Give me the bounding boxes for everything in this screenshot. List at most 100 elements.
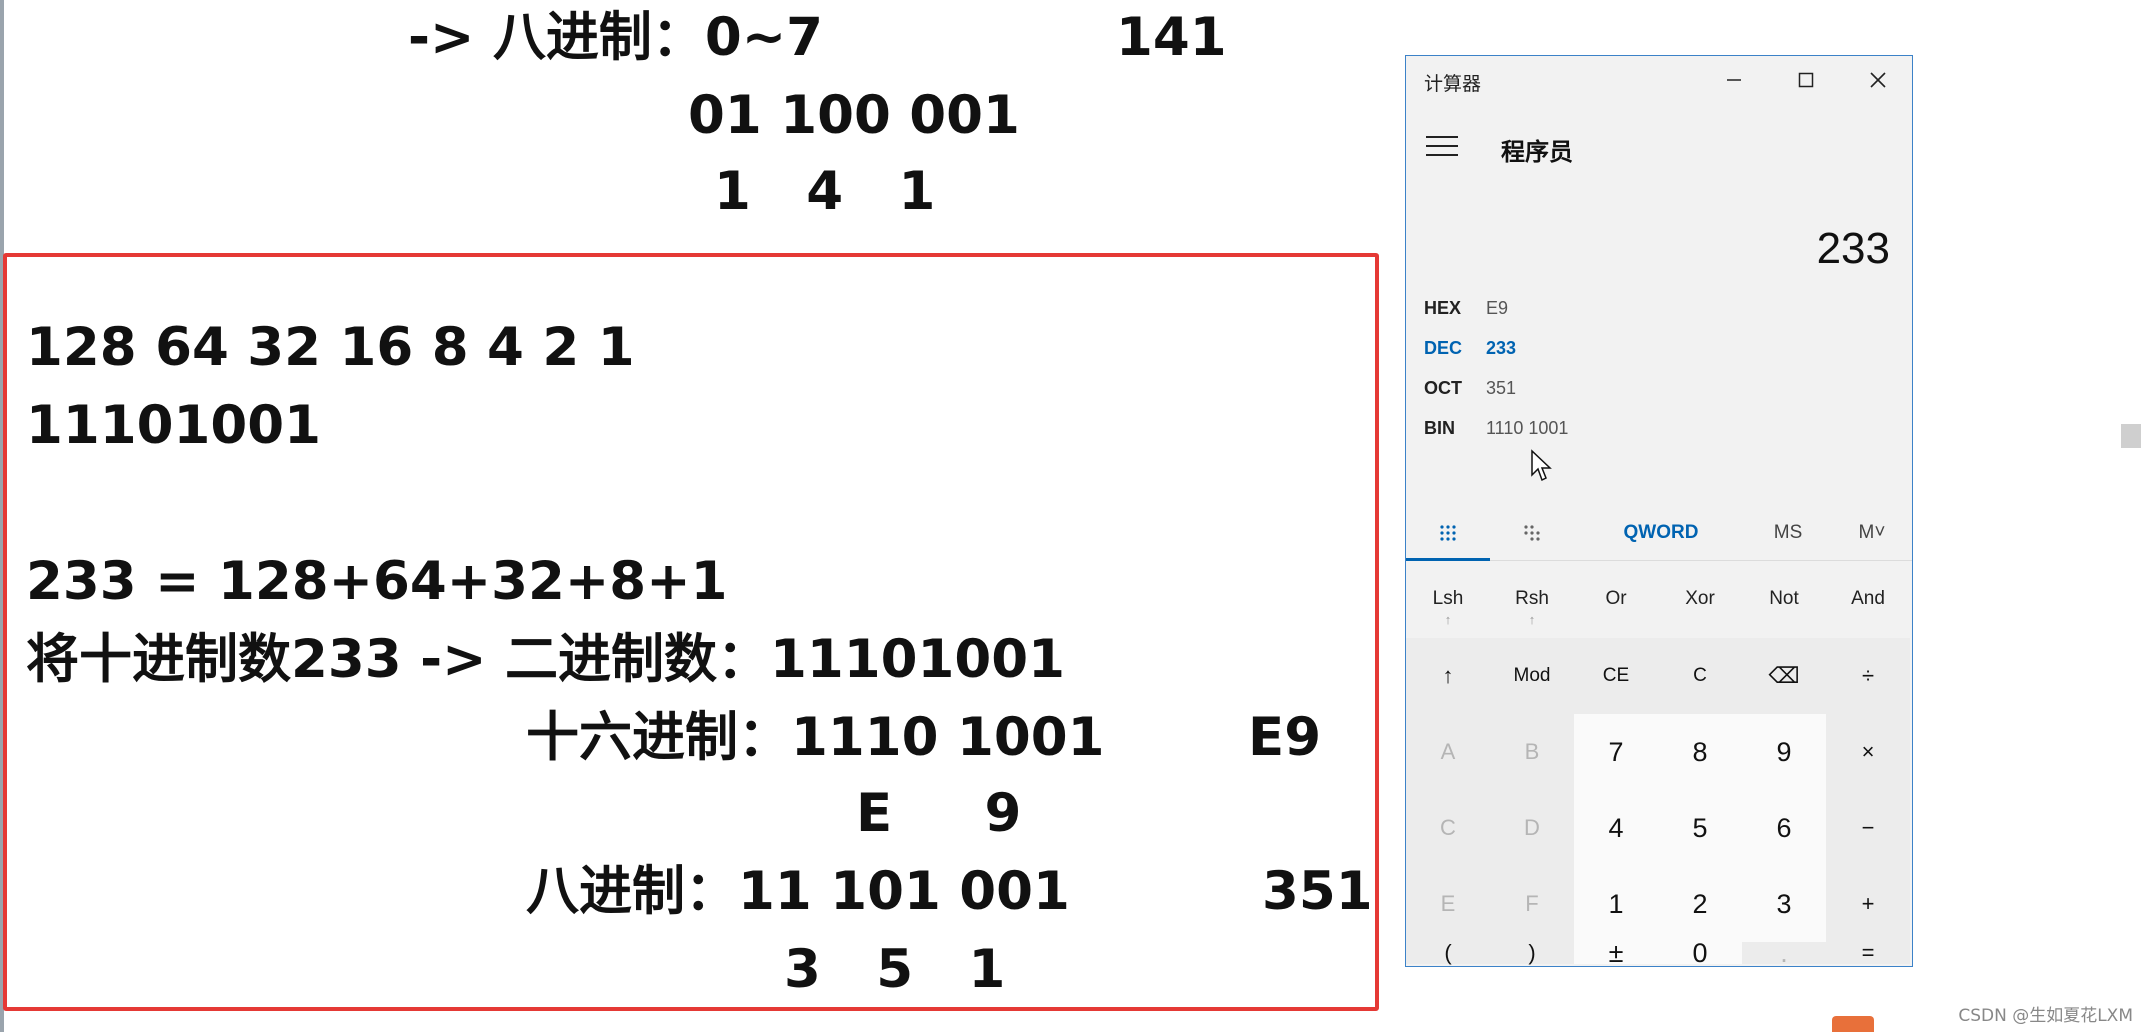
digit-5-button[interactable]: 5 <box>1658 790 1742 866</box>
divide-button[interactable]: ÷ <box>1826 638 1910 714</box>
radix-value: 1110 1001 <box>1486 418 1569 438</box>
radix-label: HEX <box>1424 298 1462 318</box>
bitop-sub: ↑ <box>1444 612 1452 627</box>
memory-list-button[interactable]: M˅ <box>1830 506 1914 560</box>
radix-value: E9 <box>1486 298 1509 318</box>
keypad-tabs: QWORD MS M˅ <box>1406 506 1912 561</box>
radix-label: DEC <box>1424 338 1463 358</box>
bitop-label: Xor <box>1685 588 1715 609</box>
radix-value: 233 <box>1486 338 1517 358</box>
mode-header: 程序员 <box>1406 118 1912 174</box>
digit-2-button[interactable]: 2 <box>1658 866 1742 942</box>
equals-button[interactable]: = <box>1826 940 1910 965</box>
clear-button[interactable]: C <box>1658 638 1742 714</box>
tab-full-keypad[interactable] <box>1406 506 1490 561</box>
window-title: 计算器 <box>1424 74 1482 95</box>
digit-0-button[interactable]: 0 <box>1658 938 1742 968</box>
close-button[interactable] <box>1842 56 1914 104</box>
subtract-button[interactable]: − <box>1826 790 1910 866</box>
radix-label: OCT <box>1424 378 1462 398</box>
bitop-label: Or <box>1605 588 1627 609</box>
note-hex-groups: 十六进制：1110 1001 <box>526 707 1105 768</box>
maximize-button[interactable] <box>1770 56 1842 104</box>
digit-1-button[interactable]: 1 <box>1574 866 1658 942</box>
radix-dec[interactable]: DEC 233 <box>1424 330 1884 368</box>
note-octal-result: 141 <box>1116 7 1227 68</box>
dot-grid-icon <box>1440 525 1456 541</box>
taskbar-app-icon[interactable] <box>1832 1016 1874 1032</box>
keypad: ↑ Mod CE C ⌫ ÷ A B 7 8 9 × C D 4 5 6 − E… <box>1406 638 1912 968</box>
close-paren-button[interactable]: ) <box>1490 940 1574 965</box>
backspace-button[interactable]: ⌫ <box>1742 638 1826 714</box>
lsh-button[interactable]: Lsh ↑ <box>1406 564 1490 636</box>
radix-oct[interactable]: OCT 351 <box>1424 370 1884 408</box>
add-button[interactable]: + <box>1826 866 1910 942</box>
hamburger-icon <box>1426 136 1458 156</box>
memory-store-button[interactable]: MS <box>1746 506 1830 560</box>
open-paren-button[interactable]: ( <box>1406 940 1490 965</box>
note-octal-digits: 1 4 1 <box>714 161 936 222</box>
multiply-button[interactable]: × <box>1826 714 1910 790</box>
note-oct-groups: 八进制：11 101 001 <box>526 861 1070 922</box>
digit-3-button[interactable]: 3 <box>1742 866 1826 942</box>
negate-button[interactable]: ± <box>1574 938 1658 968</box>
digit-e-button[interactable]: E <box>1406 866 1490 942</box>
note-hex-digits: E 9 <box>856 783 1022 844</box>
bit-toggle-icon <box>1524 525 1540 541</box>
close-icon <box>1870 72 1886 88</box>
digit-b-button[interactable]: B <box>1490 714 1574 790</box>
note-octal-groups: 01 100 001 <box>688 85 1020 146</box>
title-bar[interactable]: 计算器 <box>1406 56 1912 104</box>
scrollbar-thumb[interactable] <box>2121 424 2141 448</box>
and-button[interactable]: And <box>1826 564 1910 636</box>
xor-button[interactable]: Xor <box>1658 564 1742 636</box>
minimize-icon <box>1727 79 1741 81</box>
radix-bin[interactable]: BIN 1110 1001 <box>1424 410 1884 448</box>
maximize-icon <box>1798 72 1814 88</box>
result-display: 233 <box>1816 224 1890 273</box>
word-size-button[interactable]: QWORD <box>1596 506 1726 560</box>
digit-a-button[interactable]: A <box>1406 714 1490 790</box>
minimize-button[interactable] <box>1698 56 1770 104</box>
digit-6-button[interactable]: 6 <box>1742 790 1826 866</box>
note-binary: 11101001 <box>26 395 322 456</box>
digit-c-button[interactable]: C <box>1406 790 1490 866</box>
note-bit-weights: 128 64 32 16 8 4 2 1 <box>26 317 635 378</box>
lecture-notes: -> 八进制：0~7 141 01 100 001 1 4 1 128 64 3… <box>0 0 1400 1032</box>
rsh-button[interactable]: Rsh ↑ <box>1490 564 1574 636</box>
shift-button[interactable]: ↑ <box>1406 638 1490 714</box>
radix-hex[interactable]: HEX E9 <box>1424 290 1884 328</box>
digit-7-button[interactable]: 7 <box>1574 714 1658 790</box>
radix-label: BIN <box>1424 418 1455 438</box>
watermark: CSDN @生如夏花LXM <box>1958 1006 2133 1026</box>
note-hex-result: E9 <box>1248 707 1322 768</box>
radix-value: 351 <box>1486 378 1517 398</box>
bitop-sub: ↑ <box>1528 612 1536 627</box>
bitop-label: Rsh <box>1515 588 1549 609</box>
active-tab-indicator <box>1406 558 1490 561</box>
decimal-button[interactable]: . <box>1742 938 1826 968</box>
menu-button[interactable] <box>1424 132 1462 160</box>
bitop-label: Lsh <box>1432 588 1464 609</box>
digit-f-button[interactable]: F <box>1490 866 1574 942</box>
clear-entry-button[interactable]: CE <box>1574 638 1658 714</box>
digit-d-button[interactable]: D <box>1490 790 1574 866</box>
calculator-window[interactable]: 计算器 程序员 233 HEX E9 DEC 233 OCT 351 BIN 1… <box>1405 55 1913 968</box>
note-octal-range: -> 八进制：0~7 <box>408 7 824 68</box>
bitop-label: Not <box>1769 588 1799 609</box>
mouse-cursor-icon <box>1531 449 1552 482</box>
digit-8-button[interactable]: 8 <box>1658 714 1742 790</box>
or-button[interactable]: Or <box>1574 564 1658 636</box>
digit-4-button[interactable]: 4 <box>1574 790 1658 866</box>
tab-bit-toggle[interactable] <box>1490 506 1574 560</box>
not-button[interactable]: Not <box>1742 564 1826 636</box>
note-dec-to-bin: 将十进制数233 -> 二进制数：11101001 <box>26 629 1065 690</box>
digit-9-button[interactable]: 9 <box>1742 714 1826 790</box>
bitwise-row: Lsh ↑ Rsh ↑ Or Xor Not And <box>1406 564 1912 636</box>
note-oct-digits: 3 5 1 <box>784 939 1006 1000</box>
note-oct-result: 351 <box>1262 861 1373 922</box>
mod-button[interactable]: Mod <box>1490 638 1574 714</box>
note-sum: 233 = 128+64+32+8+1 <box>26 551 728 612</box>
bitop-label: And <box>1851 588 1885 609</box>
mode-title: 程序员 <box>1501 139 1573 166</box>
